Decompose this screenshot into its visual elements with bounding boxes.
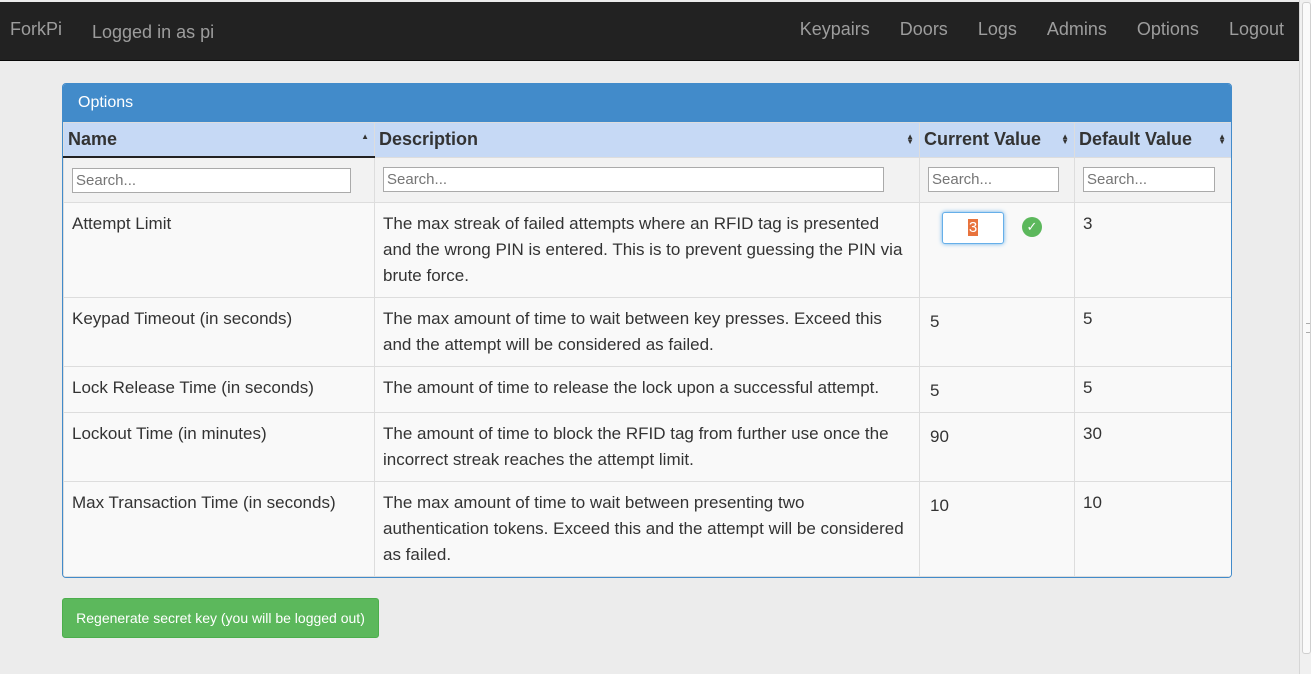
selected-value: 3 <box>967 219 979 236</box>
current-value-cell[interactable]: 5 <box>919 297 1075 367</box>
options-panel: Options Name ▲ Description ▲ ▼ Current Va… <box>62 83 1232 578</box>
sort-icon: ▲ ▼ <box>1061 132 1069 146</box>
options-table: Name ▲ Description ▲ ▼ Current Value ▲ ▼ D… <box>63 122 1231 577</box>
current-value-cell: 3 ✓ <box>919 202 1075 298</box>
panel-title: Options <box>63 84 1231 122</box>
nav-logout[interactable]: Logout <box>1229 19 1284 40</box>
table-row: Lockout Time (in minutes) The amount of … <box>63 412 1231 482</box>
column-label: Default Value <box>1079 129 1193 150</box>
nav-doors[interactable]: Doors <box>900 19 948 40</box>
option-description: The amount of time to release the lock u… <box>374 366 920 413</box>
nav-links: Keypairs Doors Logs Admins Options Logou… <box>770 19 1284 40</box>
sort-asc-icon: ▲ <box>361 132 369 141</box>
page-scrollbar[interactable] <box>1299 0 1311 674</box>
default-value: 30 <box>1074 412 1231 482</box>
filter-cell <box>919 156 1075 203</box>
option-description: The max streak of failed attempts where … <box>374 202 920 298</box>
table-row: Lock Release Time (in seconds) The amoun… <box>63 366 1231 413</box>
option-name: Lockout Time (in minutes) <box>63 412 375 482</box>
check-circle-icon[interactable]: ✓ <box>1022 217 1042 237</box>
option-description: The amount of time to block the RFID tag… <box>374 412 920 482</box>
brand-link[interactable]: ForkPi <box>10 19 62 40</box>
nav-admins[interactable]: Admins <box>1047 19 1107 40</box>
current-value[interactable]: 90 <box>928 421 1066 450</box>
filter-cell <box>374 156 920 203</box>
sort-icon: ▲ ▼ <box>906 132 914 146</box>
navbar: ForkPi Logged in as pi Keypairs Doors Lo… <box>0 2 1299 61</box>
filter-cell <box>63 156 375 203</box>
regenerate-secret-key-button[interactable]: Regenerate secret key (you will be logge… <box>62 598 379 638</box>
default-value: 5 <box>1074 366 1231 413</box>
option-name: Lock Release Time (in seconds) <box>63 366 375 413</box>
filter-cell <box>1074 156 1231 203</box>
current-value-cell[interactable]: 5 <box>919 366 1075 413</box>
search-default-value-input[interactable] <box>1083 167 1215 193</box>
option-description: The max amount of time to wait between p… <box>374 481 920 577</box>
search-name-input[interactable] <box>72 167 351 193</box>
search-description-input[interactable] <box>383 167 884 193</box>
default-value: 10 <box>1074 481 1231 577</box>
nav-keypairs[interactable]: Keypairs <box>800 19 870 40</box>
table-row: Attempt Limit The max streak of failed a… <box>63 202 1231 298</box>
current-value[interactable]: 10 <box>928 490 1066 519</box>
current-value[interactable]: 5 <box>928 375 1066 404</box>
table-row: Max Transaction Time (in seconds) The ma… <box>63 481 1231 577</box>
scrollbar-thumb[interactable] <box>1302 2 1311 654</box>
nav-logs[interactable]: Logs <box>978 19 1017 40</box>
option-name: Keypad Timeout (in seconds) <box>63 297 375 367</box>
column-header-current-value[interactable]: Current Value ▲ ▼ <box>919 122 1075 158</box>
column-label: Current Value <box>924 129 1042 150</box>
current-value-cell[interactable]: 90 <box>919 412 1075 482</box>
default-value: 3 <box>1074 202 1231 298</box>
nav-options[interactable]: Options <box>1137 19 1199 40</box>
sort-icon: ▲ ▼ <box>1218 132 1226 146</box>
current-value[interactable]: 5 <box>928 306 1066 335</box>
option-name: Attempt Limit <box>63 202 375 298</box>
table-row: Keypad Timeout (in seconds) The max amou… <box>63 297 1231 367</box>
scrollbar-grip <box>1306 323 1310 333</box>
search-current-value-input[interactable] <box>928 167 1059 193</box>
option-name: Max Transaction Time (in seconds) <box>63 481 375 577</box>
current-value-edit-input[interactable]: 3 <box>942 212 1004 244</box>
column-header-name[interactable]: Name ▲ <box>63 122 375 158</box>
current-value-cell[interactable]: 10 <box>919 481 1075 577</box>
column-label: Name <box>68 129 118 149</box>
column-header-default-value[interactable]: Default Value ▲ ▼ <box>1074 122 1231 158</box>
logged-in-text: Logged in as pi <box>92 22 215 42</box>
column-label: Description <box>379 129 479 150</box>
option-description: The max amount of time to wait between k… <box>374 297 920 367</box>
default-value: 5 <box>1074 297 1231 367</box>
column-header-description[interactable]: Description ▲ ▼ <box>374 122 920 158</box>
